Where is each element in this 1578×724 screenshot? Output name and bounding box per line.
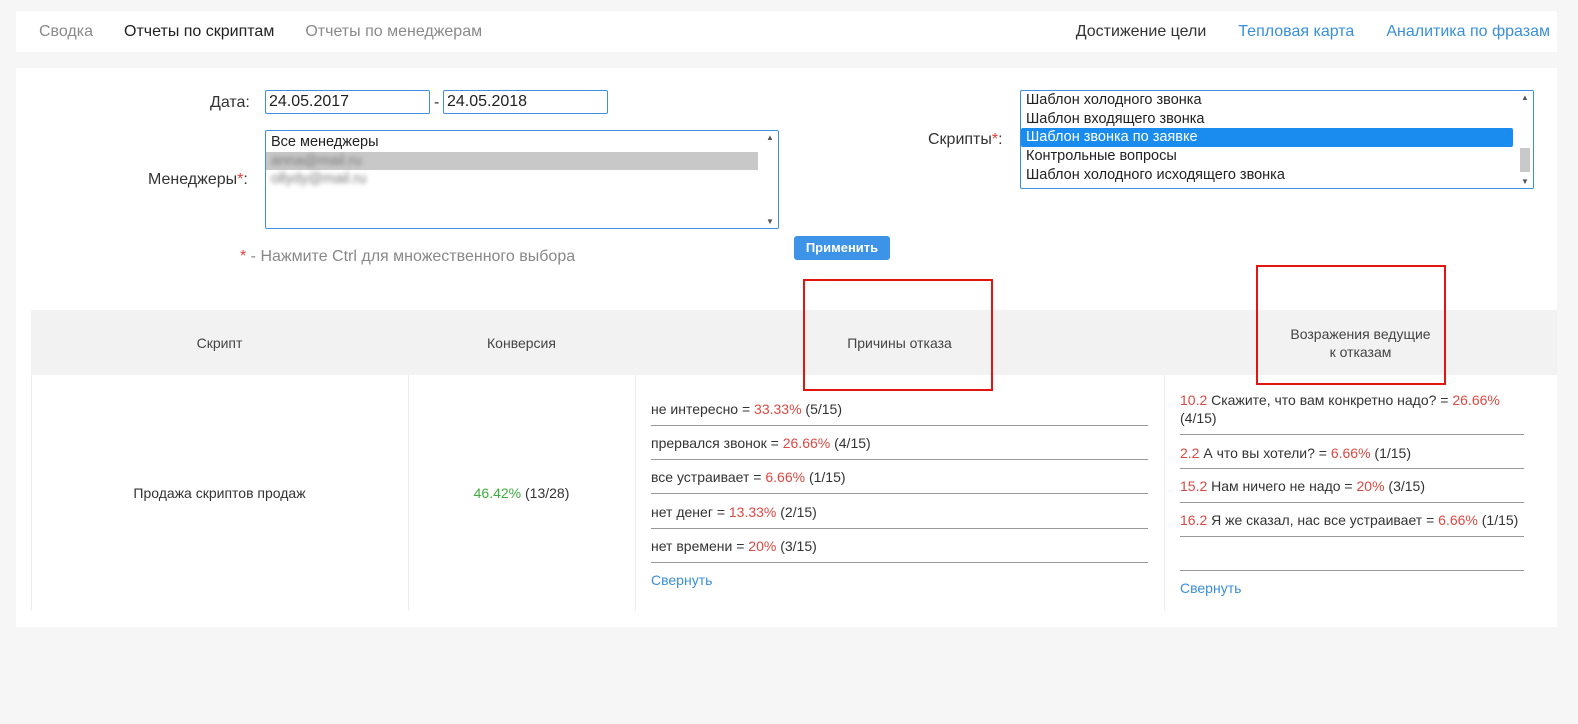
reason-item: все устраивает = 6.66% (1/15): [651, 469, 846, 485]
scripts-label: Скрипты*:: [928, 131, 1003, 148]
nav-script-reports-link[interactable]: Отчеты по скриптам: [124, 23, 274, 41]
apply-button[interactable]: Применить: [794, 236, 890, 260]
managers-option-all[interactable]: Все менеджеры: [266, 133, 778, 152]
objection-item: 10.2 Скажите, что вам конкретно надо? = …: [1180, 392, 1500, 426]
reason-item: нет времени = 20% (3/15): [651, 538, 817, 554]
scroll-up-icon[interactable]: ▲: [1517, 93, 1533, 102]
scripts-option[interactable]: Шаблон входящего звонка: [1021, 110, 1533, 129]
managers-option[interactable]: anna@mail.ru: [266, 151, 758, 171]
nav-left-group: Сводка Отчеты по скриптам Отчеты по мене…: [39, 11, 513, 52]
objection-divider: [1180, 434, 1524, 435]
table-row: Продажа скриптов продаж 46.42% (13/28) н…: [31, 375, 1557, 611]
nav-phrase-analytics-link[interactable]: Аналитика по фразам: [1386, 23, 1550, 41]
scripts-select[interactable]: Шаблон холодного звонка Шаблон входящего…: [1020, 90, 1534, 189]
reason-divider: [651, 493, 1148, 494]
scripts-option[interactable]: Шаблон холодного звонка: [1021, 91, 1533, 110]
highlight-annotation-objections: [1256, 265, 1446, 385]
reason-divider: [651, 562, 1148, 563]
multi-select-hint: * - Нажмите Ctrl для множественного выбо…: [240, 248, 576, 265]
top-navigation: Сводка Отчеты по скриптам Отчеты по мене…: [16, 11, 1557, 52]
objection-divider: [1180, 536, 1524, 537]
reason-divider: [651, 459, 1148, 460]
objection-divider: [1180, 468, 1524, 469]
date-to-input[interactable]: [443, 90, 608, 114]
reason-item: нет денег = 13.33% (2/15): [651, 504, 817, 520]
date-from-input[interactable]: [265, 90, 430, 114]
objection-item: 2.2 А что вы хотели? = 6.66% (1/15): [1180, 445, 1411, 461]
managers-select[interactable]: Все менеджеры anna@mail.ru ollydy@mail.r…: [265, 130, 779, 229]
highlight-annotation-reasons: [803, 279, 993, 391]
reason-divider: [651, 528, 1148, 529]
conversion-percent: 46.42%: [473, 485, 522, 501]
scroll-thumb[interactable]: [1520, 148, 1530, 172]
date-separator: -: [434, 94, 440, 111]
scroll-down-icon[interactable]: ▼: [1517, 177, 1533, 186]
objection-divider: [1180, 502, 1524, 503]
nav-manager-reports-link[interactable]: Отчеты по менеджерам: [305, 23, 482, 41]
header-script: Скрипт: [196, 334, 243, 351]
scroll-down-icon[interactable]: ▼: [762, 217, 778, 226]
conversion-cell: 46.42% (13/28): [408, 375, 635, 611]
nav-goal-achievement-link[interactable]: Достижение цели: [1076, 23, 1207, 41]
objection-item: 16.2 Я же сказал, нас все устраивает = 6…: [1180, 512, 1519, 528]
objection-item: 15.2 Нам ничего не надо = 20% (3/15): [1180, 478, 1425, 494]
reason-item: прервался звонок = 26.66% (4/15): [651, 435, 871, 451]
header-conversion: Конверсия: [487, 334, 556, 351]
reason-divider: [651, 425, 1148, 426]
nav-summary-link[interactable]: Сводка: [39, 23, 93, 41]
nav-right-group: Достижение цели Тепловая карта Аналитика…: [1044, 11, 1550, 52]
managers-label: Менеджеры*:: [148, 171, 248, 188]
conversion-count: (13/28): [525, 485, 570, 501]
scroll-up-icon[interactable]: ▲: [762, 133, 778, 142]
reason-item: не интересно = 33.33% (5/15): [651, 401, 842, 417]
scripts-scrollbar[interactable]: ▲ ▼: [1517, 91, 1533, 188]
scripts-option-selected[interactable]: Шаблон звонка по заявке: [1021, 128, 1513, 148]
collapse-objections-link[interactable]: Свернуть: [1180, 580, 1241, 596]
collapse-reasons-link[interactable]: Свернуть: [651, 572, 712, 588]
scripts-option[interactable]: Шаблон холодного исходящего звонка: [1021, 166, 1533, 185]
column-divider: [1164, 375, 1165, 611]
scripts-option[interactable]: Контрольные вопросы: [1021, 147, 1533, 166]
objection-divider: [1180, 570, 1524, 571]
column-divider: [635, 375, 636, 611]
managers-scrollbar[interactable]: ▲ ▼: [762, 131, 778, 228]
nav-heatmap-link[interactable]: Тепловая карта: [1238, 23, 1354, 41]
report-panel: Дата: - Менеджеры*: Все менеджеры anna@m…: [16, 68, 1557, 627]
managers-option[interactable]: ollydy@mail.ru: [266, 170, 778, 189]
script-name-cell: Продажа скриптов продаж: [133, 485, 306, 501]
date-label: Дата:: [210, 94, 250, 111]
